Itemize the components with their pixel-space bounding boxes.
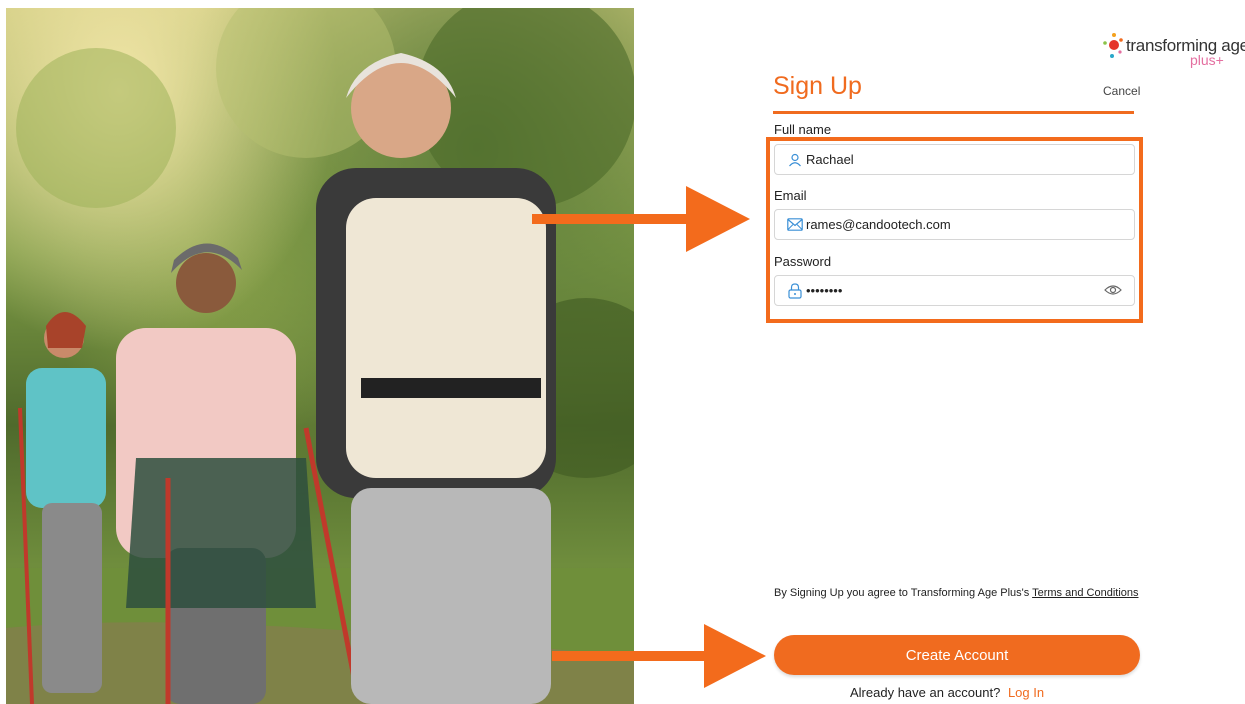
email-label: Email xyxy=(774,188,807,203)
eye-icon[interactable] xyxy=(1104,283,1122,299)
login-link[interactable]: Log In xyxy=(1008,685,1044,700)
password-value: •••••••• xyxy=(806,283,843,298)
hero-photo xyxy=(6,8,634,704)
hikers-illustration xyxy=(6,8,634,704)
arrow-to-form-icon xyxy=(532,186,750,252)
title-divider xyxy=(773,111,1134,114)
email-field[interactable]: rames@candootech.com xyxy=(774,209,1135,240)
logo-dots-icon xyxy=(1103,33,1123,58)
terms-link[interactable]: Terms and Conditions xyxy=(1032,587,1138,599)
lock-icon xyxy=(787,282,803,299)
envelope-icon xyxy=(787,217,803,233)
full-name-label: Full name xyxy=(774,122,832,137)
terms-prefix: By Signing Up you agree to Transforming … xyxy=(774,587,1030,599)
password-field[interactable]: •••••••• xyxy=(774,275,1135,306)
cancel-link[interactable]: Cancel xyxy=(1103,84,1140,98)
full-name-field[interactable]: Rachael xyxy=(774,144,1135,175)
create-account-button[interactable]: Create Account xyxy=(774,635,1140,675)
page-title: Sign Up xyxy=(773,72,862,100)
logo-text: transforming age xyxy=(1126,36,1245,55)
terms-text: By Signing Up you agree to Transforming … xyxy=(774,585,1144,601)
full-name-value: Rachael xyxy=(806,152,854,167)
password-label: Password xyxy=(774,254,832,269)
user-icon xyxy=(787,152,803,168)
brand-logo: transforming age plus+ xyxy=(1100,32,1245,72)
logo-suffix: plus+ xyxy=(1190,52,1224,68)
arrow-to-button-icon xyxy=(552,624,766,688)
login-prompt: Already have an account? xyxy=(850,685,1001,700)
email-value: rames@candootech.com xyxy=(806,217,951,232)
login-prompt-line: Already have an account? Log In xyxy=(850,685,1044,700)
